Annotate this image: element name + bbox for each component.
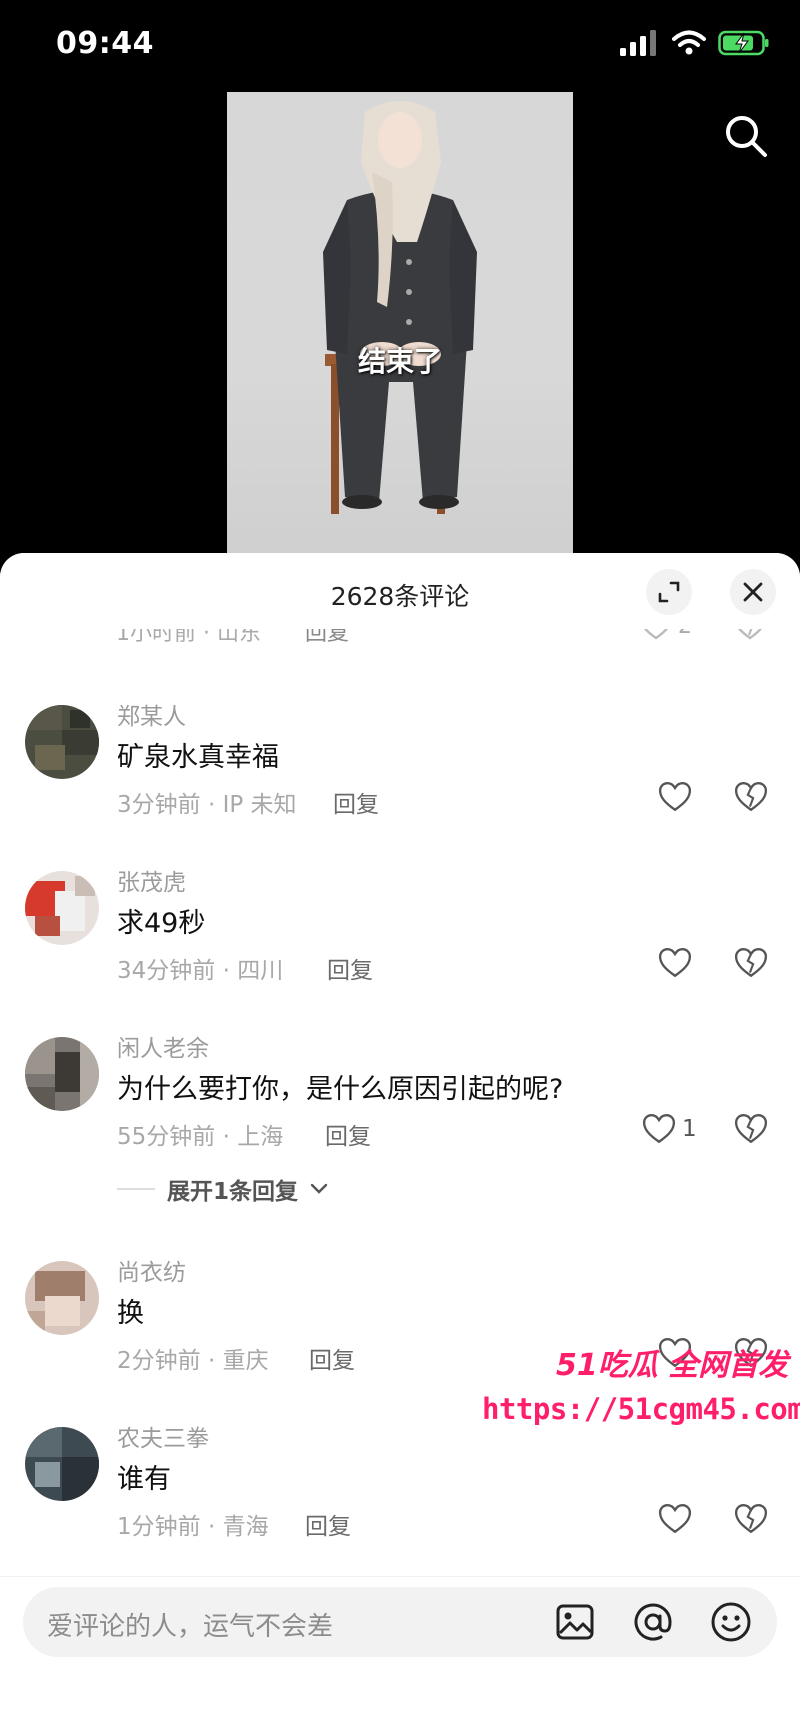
comment-meta: 34分钟前 · 四川 [117, 958, 284, 984]
avatar[interactable] [25, 871, 99, 945]
reply-button[interactable]: 回复 [325, 1117, 371, 1151]
comment-text: 谁有 [117, 1464, 171, 1495]
comment-author[interactable]: 农夫三拳 [117, 1419, 209, 1453]
comment-list[interactable]: 1小时前 · 山东 回复 2 [0, 613, 800, 1633]
comment-meta: 2分钟前 · 重庆 [117, 1348, 269, 1374]
expand-replies-label: 展开1条回复 [167, 1179, 299, 1205]
heart-icon [658, 1338, 692, 1368]
heart-icon [642, 1114, 676, 1144]
search-button[interactable] [722, 112, 770, 160]
expand-icon [658, 581, 680, 603]
search-icon [726, 116, 767, 157]
expand-sheet-button[interactable] [646, 569, 692, 615]
like-button[interactable] [658, 1503, 698, 1535]
status-time: 09:44 [56, 26, 154, 61]
like-button[interactable]: 1 [642, 1113, 697, 1145]
comment-item[interactable]: 农夫三拳 谁有 1分钟前 · 青海 回复 [0, 1419, 800, 1569]
comment-author[interactable]: 闲人老余 [117, 1029, 209, 1063]
comment-item[interactable]: 张茂虎 求49秒 34分钟前 · 四川 回复 [0, 863, 800, 1013]
emoji-button[interactable] [709, 1600, 753, 1644]
status-icons [620, 30, 770, 56]
comment-input-placeholder: 爱评论的人，运气不会差 [47, 1612, 334, 1642]
dislike-button[interactable] [734, 781, 768, 817]
dislike-button[interactable] [734, 1337, 768, 1373]
broken-heart-icon [734, 948, 768, 978]
comment-meta: 55分钟前 · 上海 [117, 1124, 284, 1150]
like-button[interactable] [658, 947, 698, 979]
chevron-down-icon [310, 1183, 328, 1194]
status-bar: 09:44 [0, 0, 800, 96]
image-icon [556, 1604, 594, 1640]
comment-input-bar: 爱评论的人，运气不会差 [0, 1576, 800, 1733]
avatar[interactable] [25, 1037, 99, 1111]
video-figure-image [323, 101, 477, 514]
reply-button[interactable]: 回复 [309, 1341, 355, 1375]
divider [117, 1188, 155, 1190]
comment-text: 求49秒 [117, 908, 206, 939]
like-count: 1 [682, 1116, 697, 1142]
at-icon [634, 1603, 672, 1641]
comment-author[interactable]: 郑某人 [117, 697, 186, 731]
video-subtitle: 结束了 [357, 345, 442, 378]
comment-text: 换 [117, 1298, 144, 1329]
broken-heart-icon [734, 1338, 768, 1368]
comment-item[interactable]: 郑某人 矿泉水真幸福 3分钟前 · IP 未知 回复 [0, 697, 800, 847]
dislike-button[interactable] [734, 947, 768, 983]
comment-text: 矿泉水真幸福 [117, 742, 279, 773]
close-icon [743, 582, 763, 602]
comments-header: 2628条评论 [0, 553, 800, 629]
battery-icon [718, 30, 769, 56]
comment-meta: 3分钟前 · IP 未知 [117, 792, 297, 818]
reply-button[interactable]: 回复 [327, 951, 373, 985]
wifi-icon [672, 30, 706, 55]
comment-item[interactable]: 尚衣纺 换 2分钟前 · 重庆 回复 [0, 1253, 800, 1403]
expand-replies-button[interactable]: 展开1条回复 [117, 1172, 328, 1206]
heart-icon [658, 782, 692, 812]
close-sheet-button[interactable] [730, 569, 776, 615]
comment-input[interactable]: 爱评论的人，运气不会差 [23, 1587, 777, 1657]
mention-button[interactable] [631, 1600, 675, 1644]
emoji-icon [711, 1602, 751, 1642]
reply-button[interactable]: 回复 [305, 1507, 351, 1541]
dislike-button[interactable] [734, 1113, 768, 1149]
broken-heart-icon [734, 782, 768, 812]
comment-author[interactable]: 张茂虎 [117, 863, 186, 897]
broken-heart-icon [734, 1504, 768, 1534]
heart-icon [658, 1504, 692, 1534]
comments-sheet: 2628条评论 1小时前 · 山东 回复 2 [0, 553, 800, 1733]
comment-text: 为什么要打你，是什么原因引起的呢? [117, 1074, 564, 1105]
comment-meta: 1分钟前 · 青海 [117, 1514, 269, 1540]
like-button[interactable] [658, 781, 698, 813]
broken-heart-icon [734, 1114, 768, 1144]
signal-icon [620, 30, 656, 56]
reply-button[interactable]: 回复 [333, 785, 379, 819]
dislike-button[interactable] [734, 1503, 768, 1539]
avatar[interactable] [25, 705, 99, 779]
comment-author[interactable]: 尚衣纺 [117, 1253, 186, 1287]
video-frame[interactable]: 结束了 [227, 92, 573, 560]
like-button[interactable] [658, 1337, 698, 1369]
avatar[interactable] [25, 1427, 99, 1501]
insert-image-button[interactable] [553, 1600, 597, 1644]
comment-item[interactable]: 闲人老余 为什么要打你，是什么原因引起的呢? 55分钟前 · 上海 回复 1 展… [0, 1029, 800, 1229]
heart-icon [658, 948, 692, 978]
avatar[interactable] [25, 1261, 99, 1335]
